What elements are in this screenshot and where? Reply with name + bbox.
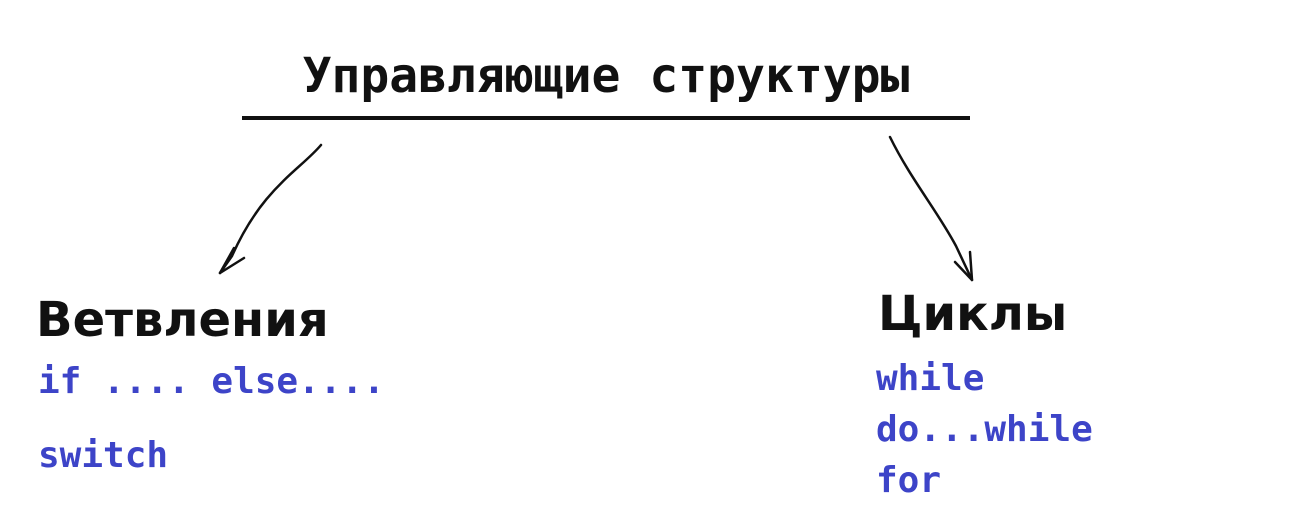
arrow-to-loops — [888, 135, 974, 282]
loops-item-do-while: do...while — [876, 409, 1093, 450]
branches-heading: Ветвления — [36, 292, 329, 348]
loops-item-while: while — [876, 358, 985, 399]
title-underline — [242, 116, 970, 120]
branches-item-switch: switch — [38, 435, 169, 476]
diagram-title: Управляющие структуры — [302, 48, 910, 104]
diagram-canvas: Управляющие структуры Ветвления if .... … — [0, 0, 1297, 526]
loops-item-for: for — [876, 460, 942, 501]
arrow-to-branches — [218, 143, 323, 275]
loops-heading: Циклы — [878, 286, 1068, 342]
branches-item-if-else: if .... else.... — [38, 361, 385, 402]
